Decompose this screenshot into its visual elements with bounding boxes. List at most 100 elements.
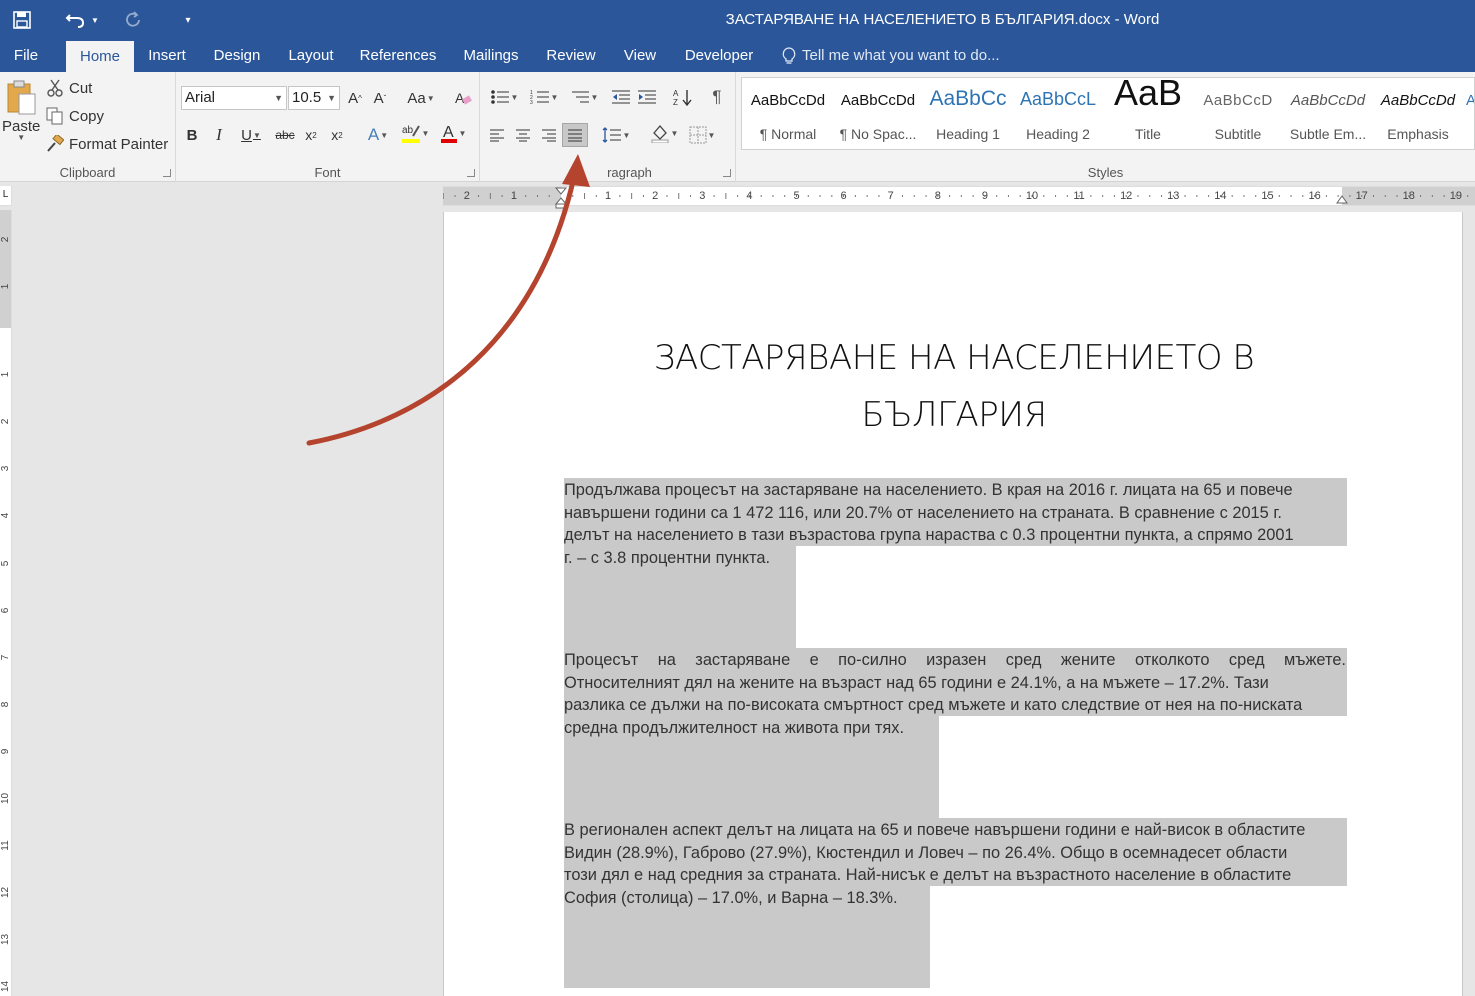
paragraph-launcher-icon[interactable] xyxy=(723,169,731,177)
style-name: ¶ Normal xyxy=(759,126,817,142)
horizontal-ruler[interactable]: 2 1 1 2 3 4 5 6 7 8 9 10 11 12 13 14 15 16 17 18 19 xyxy=(443,186,1475,209)
grow-font-icon[interactable]: A ^ xyxy=(344,87,366,109)
ruler-number: 2 xyxy=(652,190,659,202)
tab-file[interactable]: File xyxy=(0,40,52,72)
highlight-color-icon[interactable]: ab ▼ xyxy=(398,122,432,144)
font-color-icon[interactable]: A ▼ xyxy=(436,122,470,144)
para-line: разлика се дължи на по-високата смъртнос… xyxy=(564,696,1303,714)
sort-icon[interactable]: AZ xyxy=(672,86,694,108)
ribbon-tabs: File Home Insert Design Layout Reference… xyxy=(0,40,1475,72)
style-normal[interactable]: AaBbCcDd ¶ Normal xyxy=(744,78,832,151)
title-bar: ▼ ▾ ЗАСТАРЯВАНЕ НА НАСЕЛЕНИЕТО В БЪЛГАРИ… xyxy=(0,0,1475,40)
copy-button[interactable]: Copy xyxy=(46,107,104,125)
body-paragraph-2[interactable]: Процесът на застаряване е по-силно израз… xyxy=(564,649,1346,739)
style-name: Emphasis xyxy=(1387,126,1449,142)
document-page[interactable]: ЗАСТАРЯВАНЕ НА НАСЕЛЕНИЕТО В БЪЛГАРИЯ Пр… xyxy=(443,212,1463,996)
font-family-combo[interactable]: Arial ▼ xyxy=(181,86,287,110)
ruler-number: 6 xyxy=(840,190,847,202)
bullets-icon[interactable]: ▼ xyxy=(484,86,524,108)
tab-home[interactable]: Home xyxy=(66,41,134,72)
tab-mailings[interactable]: Mailings xyxy=(454,40,528,72)
tab-insert[interactable]: Insert xyxy=(140,40,194,72)
style-subtle-emphasis[interactable]: AaBbCcDd Subtle Em... xyxy=(1284,78,1372,151)
right-indent-marker-icon[interactable] xyxy=(1336,195,1348,207)
style-no-spacing[interactable]: AaBbCcDd ¶ No Spac... xyxy=(834,78,922,151)
change-case-button[interactable]: Aa ▼ xyxy=(404,87,438,109)
increase-indent-icon[interactable] xyxy=(636,86,658,108)
bold-icon[interactable]: B xyxy=(181,124,203,146)
vertical-ruler[interactable]: 2 1 1 2 3 4 5 6 7 8 9 10 11 12 13 14 xyxy=(0,210,12,996)
style-heading-1[interactable]: AaBbCc Heading 1 xyxy=(924,78,1012,151)
subscript-icon[interactable]: x2 xyxy=(300,124,322,146)
cut-button[interactable]: Cut xyxy=(46,79,92,97)
ruler-number: 13 xyxy=(1167,190,1180,202)
ruler-top-margin xyxy=(0,210,11,328)
change-case-label: Aa xyxy=(407,89,426,107)
style-heading-2[interactable]: AaBbCcL Heading 2 xyxy=(1014,78,1102,151)
body-paragraph-3[interactable]: В регионален аспект делът на лицата на 6… xyxy=(564,819,1346,909)
ruler-number: 5 xyxy=(0,560,11,566)
font-size-value: 10.5 xyxy=(292,89,322,106)
para-line: София (столица) – 17.0%, и Варна – 18.3%… xyxy=(564,888,898,907)
ruler-number: 5 xyxy=(793,190,800,202)
ruler-number: 6 xyxy=(0,607,11,613)
tab-developer[interactable]: Developer xyxy=(676,40,762,72)
style-partial-next[interactable]: A xyxy=(1466,92,1474,109)
ruler-number: 13 xyxy=(0,934,11,946)
indent-marker-icon[interactable] xyxy=(555,187,567,209)
decrease-indent-icon[interactable] xyxy=(610,86,632,108)
styles-gallery: AaBbCcDd ¶ Normal AaBbCcDd ¶ No Spac... … xyxy=(741,72,1475,151)
style-preview: AaBbCcD xyxy=(1203,92,1273,109)
ruler-number: 2 xyxy=(0,418,11,425)
text-effects-icon[interactable]: A ▼ xyxy=(362,124,394,146)
align-right-icon[interactable] xyxy=(538,124,560,146)
clear-formatting-icon[interactable]: A xyxy=(452,87,474,109)
font-family-value: Arial xyxy=(185,89,216,106)
shrink-font-icon[interactable]: Aˇ xyxy=(369,87,391,109)
clipboard-group-label: Clipboard xyxy=(59,165,116,180)
clipboard-launcher-icon[interactable] xyxy=(163,169,171,177)
ruler-number: 4 xyxy=(746,190,753,202)
ruler-number: 10 xyxy=(1025,190,1039,202)
justify-icon[interactable] xyxy=(562,123,588,147)
tab-references[interactable]: References xyxy=(352,40,444,72)
style-title[interactable]: AaB Title xyxy=(1104,72,1192,151)
ruler-number: 4 xyxy=(0,513,11,519)
style-preview: AaBbCcDd xyxy=(1380,92,1456,109)
borders-icon[interactable]: ▼ xyxy=(684,124,720,146)
document-title[interactable]: ЗАСТАРЯВАНЕ НА НАСЕЛЕНИЕТО В БЪЛГАРИЯ xyxy=(564,330,1344,444)
underline-icon[interactable]: U ▼ xyxy=(234,124,268,146)
tab-selector[interactable]: L xyxy=(0,186,12,206)
tab-view[interactable]: View xyxy=(614,40,666,72)
paste-button[interactable]: Paste ▼ xyxy=(2,78,40,142)
style-subtitle[interactable]: AaBbCcD Subtitle xyxy=(1194,78,1282,151)
ruler-number: 11 xyxy=(0,840,11,851)
body-paragraph-1[interactable]: Продължава процесът на застаряване на на… xyxy=(564,479,1346,569)
align-center-icon[interactable] xyxy=(512,124,534,146)
italic-icon[interactable]: I xyxy=(208,124,230,146)
font-size-combo[interactable]: 10.5 ▼ xyxy=(288,86,340,110)
multilevel-list-icon[interactable]: ▼ xyxy=(564,86,604,108)
tab-layout[interactable]: Layout xyxy=(280,40,342,72)
tell-me-box[interactable]: Tell me what you want to do... xyxy=(782,40,1000,72)
ruler-number: 7 xyxy=(0,654,11,660)
ruler-number: 19 xyxy=(1449,190,1463,202)
align-left-icon[interactable] xyxy=(486,124,508,146)
superscript-icon[interactable]: x2 xyxy=(326,124,348,146)
tab-review[interactable]: Review xyxy=(538,40,604,72)
tab-design[interactable]: Design xyxy=(204,40,270,72)
shading-icon[interactable]: ▼ xyxy=(646,122,682,144)
font-launcher-icon[interactable] xyxy=(467,169,475,177)
show-formatting-icon[interactable]: ¶ xyxy=(706,86,728,108)
strikethrough-icon[interactable]: abc xyxy=(274,124,296,146)
ruler-number: 14 xyxy=(0,981,11,993)
style-emphasis[interactable]: AaBbCcDd Emphasis xyxy=(1374,78,1462,151)
ruler-number: 2 xyxy=(463,190,470,202)
numbering-icon[interactable]: 1 2 3 ▼ xyxy=(524,86,564,108)
format-painter-button[interactable]: Format Painter xyxy=(46,135,168,153)
scissors-icon xyxy=(47,79,63,97)
svg-text:A: A xyxy=(673,89,679,98)
para-line: В регионален аспект делът на лицата на 6… xyxy=(564,821,1306,839)
style-name: Title xyxy=(1135,126,1161,142)
line-spacing-icon[interactable]: ▼ xyxy=(598,124,634,146)
